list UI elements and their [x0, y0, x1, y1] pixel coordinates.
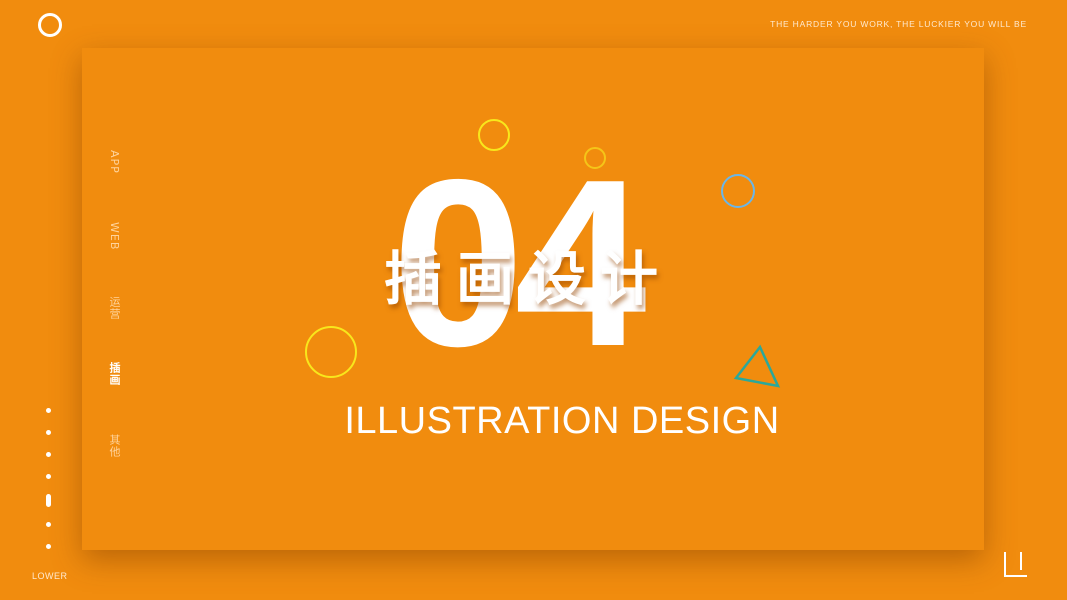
title-cn: 插画设计 — [384, 245, 673, 313]
title-en: ILLUSTRATION DESIGN — [344, 400, 780, 442]
circle-deco-icon — [305, 326, 357, 378]
slide: THE HARDER YOU WORK, THE LUCKIER YOU WIL… — [0, 0, 1067, 600]
circle-deco-icon — [721, 174, 755, 208]
circle-deco-icon — [478, 119, 510, 151]
hero: 04 插画设计 ILLUSTRATION DESIGN — [0, 0, 1067, 600]
triangle-deco-icon — [733, 344, 781, 388]
circle-deco-icon — [584, 147, 606, 169]
